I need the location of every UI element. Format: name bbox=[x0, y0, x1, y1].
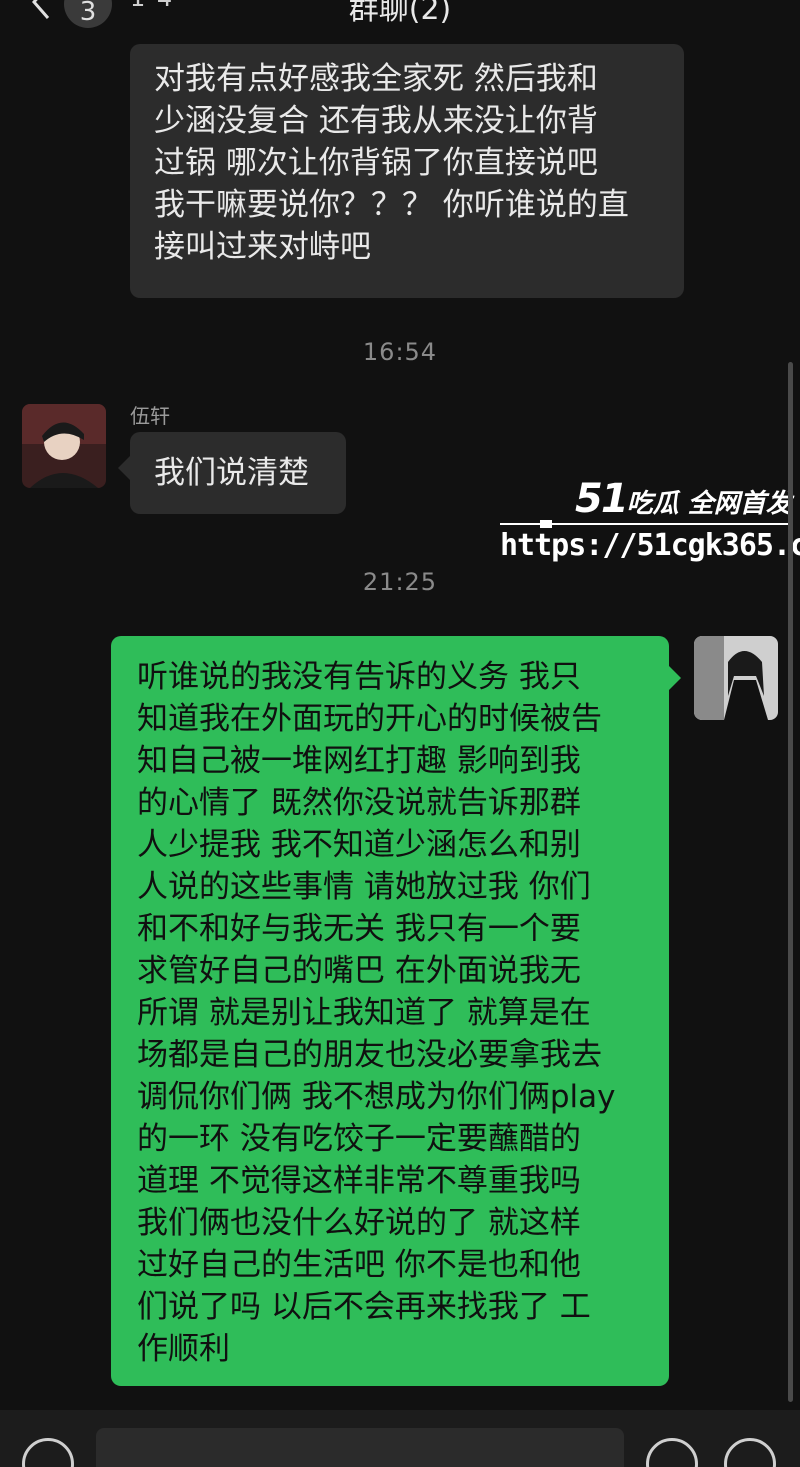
scrollbar[interactable] bbox=[788, 362, 793, 1402]
message-input[interactable] bbox=[96, 1428, 624, 1467]
chat-screen: 3 1 4 群聊(2) 对我有点好感我全家死 然后我和 少涵没复合 还有我从来没… bbox=[0, 0, 800, 1467]
message-bubble-incoming[interactable]: 我们说清楚 bbox=[118, 432, 346, 514]
header-extra-text: 1 4 bbox=[130, 0, 174, 12]
chat-header: 3 1 4 群聊(2) bbox=[0, 0, 800, 40]
sender-name: 伍轩 bbox=[130, 404, 170, 428]
chevron-left-icon[interactable] bbox=[28, 0, 54, 22]
profile-photo-icon bbox=[694, 636, 778, 720]
watermark-brand-text: 51吃瓜 全网首发 bbox=[575, 476, 792, 522]
chat-title: 群聊(2) bbox=[348, 0, 452, 27]
avatar[interactable] bbox=[694, 636, 778, 720]
unread-count-badge[interactable]: 3 bbox=[64, 0, 112, 28]
profile-photo-icon bbox=[22, 404, 106, 488]
watermark-url: https://51cgk365.com bbox=[500, 528, 800, 563]
watermark-number: 51 bbox=[575, 476, 629, 522]
message-bubble-outgoing[interactable]: 听谁说的我没有告诉的义务 我只 知道我在外面玩的开心的时候被告 知自己被一堆网红… bbox=[111, 636, 681, 1386]
watermark-brand-label: 吃瓜 全网首发 bbox=[626, 489, 792, 519]
timestamp: 21:25 bbox=[362, 568, 438, 596]
timestamp: 16:54 bbox=[362, 338, 438, 366]
avatar[interactable] bbox=[22, 404, 106, 488]
watermark-brand: 51吃瓜 全网首发 bbox=[575, 470, 800, 522]
status-icons bbox=[580, 0, 770, 10]
message-bubble-incoming[interactable]: 对我有点好感我全家死 然后我和 少涵没复合 还有我从来没让你背 过锅 哪次让你背… bbox=[130, 44, 684, 298]
